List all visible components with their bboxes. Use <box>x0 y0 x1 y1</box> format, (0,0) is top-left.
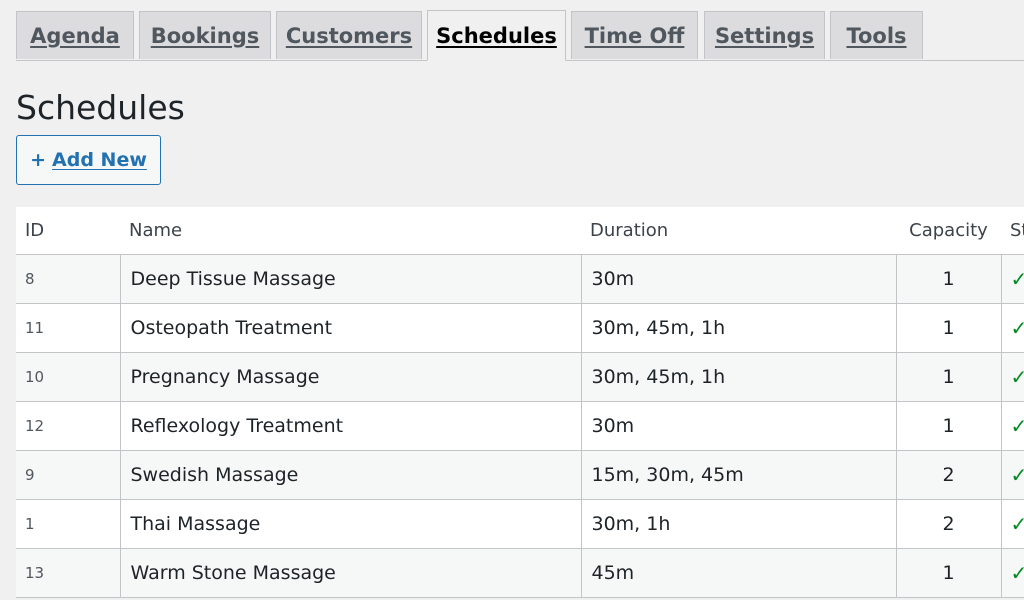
row-duration: 30m, 1h <box>580 499 896 549</box>
row-name[interactable]: Thai Massage <box>119 499 581 549</box>
tab-tools[interactable]: Tools <box>830 11 923 59</box>
row-duration: 30m, 45m, 1h <box>580 352 896 402</box>
row-capacity: 2 <box>895 499 1001 549</box>
status-check-icon: ✓ <box>1000 548 1024 598</box>
column-header-id[interactable]: ID <box>16 207 120 255</box>
plus-icon: + <box>30 149 47 171</box>
row-capacity: 1 <box>895 401 1001 451</box>
column-header-duration[interactable]: Duration <box>581 207 896 255</box>
row-id: 11 <box>16 303 120 353</box>
tab-bookings[interactable]: Bookings <box>139 11 271 59</box>
row-name[interactable]: Swedish Massage <box>119 450 581 500</box>
row-id: 8 <box>16 254 120 304</box>
row-name[interactable]: Pregnancy Massage <box>119 352 581 402</box>
page-title: Schedules <box>16 88 185 127</box>
row-name[interactable]: Deep Tissue Massage <box>119 254 581 304</box>
status-check-icon: ✓ <box>1000 499 1024 549</box>
nav-tabs: Agenda Bookings Customers Schedules Time… <box>16 10 1024 61</box>
table-row[interactable]: 10 Pregnancy Massage 30m, 45m, 1h 1 ✓ <box>16 352 1024 402</box>
table-row[interactable]: 8 Deep Tissue Massage 30m 1 ✓ <box>16 254 1024 304</box>
table-row[interactable]: 12 Reflexology Treatment 30m 1 ✓ <box>16 401 1024 451</box>
row-duration: 15m, 30m, 45m <box>580 450 896 500</box>
tab-schedules[interactable]: Schedules <box>427 10 566 61</box>
row-capacity: 1 <box>895 254 1001 304</box>
tab-customers[interactable]: Customers <box>276 11 422 59</box>
table-row[interactable]: 13 Warm Stone Massage 45m 1 ✓ <box>16 548 1024 598</box>
row-id: 10 <box>16 352 120 402</box>
table-row[interactable]: 1 Thai Massage 30m, 1h 2 ✓ <box>16 499 1024 549</box>
row-capacity: 1 <box>895 303 1001 353</box>
table-row[interactable]: 11 Osteopath Treatment 30m, 45m, 1h 1 ✓ <box>16 303 1024 353</box>
row-duration: 30m <box>580 254 896 304</box>
status-check-icon: ✓ <box>1000 303 1024 353</box>
status-check-icon: ✓ <box>1000 450 1024 500</box>
row-name[interactable]: Osteopath Treatment <box>119 303 581 353</box>
add-new-button[interactable]: + Add New <box>16 135 161 185</box>
row-capacity: 1 <box>895 352 1001 402</box>
column-header-name[interactable]: Name <box>120 207 581 255</box>
row-id: 9 <box>16 450 120 500</box>
table-row[interactable]: 9 Swedish Massage 15m, 30m, 45m 2 ✓ <box>16 450 1024 500</box>
row-duration: 30m, 45m, 1h <box>580 303 896 353</box>
add-new-label: Add New <box>52 149 147 171</box>
row-name[interactable]: Warm Stone Massage <box>119 548 581 598</box>
row-duration: 45m <box>580 548 896 598</box>
row-id: 13 <box>16 548 120 598</box>
row-id: 1 <box>16 499 120 549</box>
schedules-table: ID Name Duration Capacity St 8 Deep Tiss… <box>16 207 1024 598</box>
row-duration: 30m <box>580 401 896 451</box>
status-check-icon: ✓ <box>1000 254 1024 304</box>
row-capacity: 1 <box>895 548 1001 598</box>
table-header-row: ID Name Duration Capacity St <box>16 207 1024 255</box>
tab-agenda[interactable]: Agenda <box>16 11 134 59</box>
tab-time-off[interactable]: Time Off <box>571 11 698 59</box>
row-name[interactable]: Reflexology Treatment <box>119 401 581 451</box>
row-id: 12 <box>16 401 120 451</box>
status-check-icon: ✓ <box>1000 352 1024 402</box>
row-capacity: 2 <box>895 450 1001 500</box>
tab-settings[interactable]: Settings <box>704 11 825 59</box>
status-check-icon: ✓ <box>1000 401 1024 451</box>
schedules-table-container: ID Name Duration Capacity St 8 Deep Tiss… <box>16 207 1024 600</box>
column-header-status[interactable]: St <box>1001 207 1024 255</box>
column-header-capacity[interactable]: Capacity <box>896 207 1001 255</box>
